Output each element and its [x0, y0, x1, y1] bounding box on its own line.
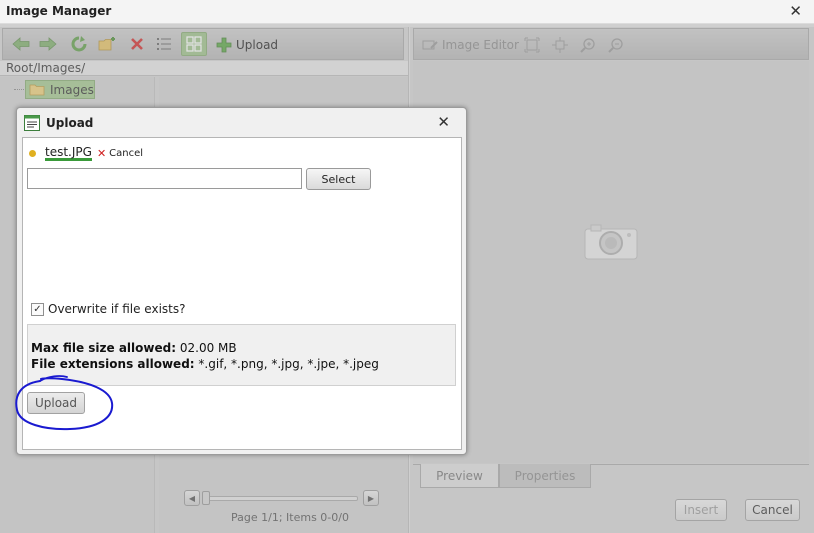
extensions-label: File extensions allowed: — [31, 357, 195, 371]
extensions-line: File extensions allowed: *.gif, *.png, *… — [31, 357, 379, 371]
upload-dialog: Upload ✕ test.JPG ✕ Cancel Select ✓ Over… — [16, 107, 467, 455]
remove-file-icon[interactable]: ✕ — [97, 147, 106, 160]
window-close-icon[interactable]: ✕ — [789, 2, 802, 20]
max-size-label: Max file size allowed: — [31, 341, 177, 355]
remove-file-link[interactable]: Cancel — [109, 148, 143, 159]
select-file-button[interactable]: Select — [306, 168, 371, 190]
upload-form-icon — [24, 115, 40, 131]
upload-button[interactable]: Upload — [27, 392, 85, 414]
file-status-icon — [29, 149, 36, 157]
queued-file: test.JPG ✕ Cancel — [27, 144, 143, 161]
file-path-input[interactable] — [27, 168, 302, 189]
window-titlebar: Image Manager ✕ — [0, 0, 814, 24]
extensions-value: *.gif, *.png, *.jpg, *.jpe, *.jpeg — [198, 357, 379, 371]
upload-limits-box: Max file size allowed: 02.00 MB File ext… — [27, 324, 456, 386]
upload-dialog-body: test.JPG ✕ Cancel Select ✓ Overwrite if … — [22, 137, 462, 450]
overwrite-label: Overwrite if file exists? — [48, 302, 186, 316]
window-title: Image Manager — [6, 4, 112, 18]
overwrite-option[interactable]: ✓ Overwrite if file exists? — [31, 302, 186, 316]
overwrite-checkbox[interactable]: ✓ — [31, 302, 44, 316]
max-size-value: 02.00 MB — [179, 341, 237, 355]
upload-dialog-title: Upload — [46, 116, 94, 130]
upload-dialog-titlebar: Upload ✕ — [17, 108, 466, 136]
max-size-line: Max file size allowed: 02.00 MB — [31, 341, 237, 355]
queued-file-name: test.JPG — [45, 144, 92, 161]
upload-dialog-close-icon[interactable]: ✕ — [437, 113, 450, 131]
